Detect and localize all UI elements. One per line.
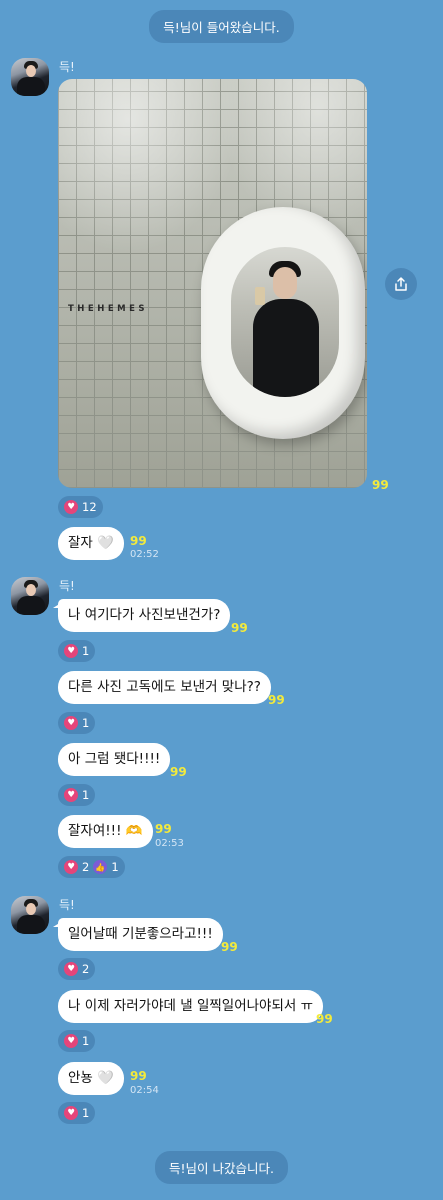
heart-icon: ♥ <box>64 962 78 976</box>
heart-icon: ♥ <box>64 500 78 514</box>
sender-name: 득! <box>59 60 75 74</box>
message-bubble[interactable]: 잘자 🤍 <box>58 527 124 560</box>
share-icon[interactable] <box>385 268 417 300</box>
sender-avatar[interactable] <box>11 577 49 615</box>
system-notice-left: 득!님이 나갔습니다. <box>0 1151 443 1184</box>
message-bubble[interactable]: 안뇽 🤍 <box>58 1062 124 1095</box>
reaction-badge[interactable]: ♥ 1 <box>58 712 96 734</box>
reaction-count: 1 <box>82 716 90 730</box>
message-bubble[interactable]: 일어날때 기분좋으라고!!! <box>53 918 223 951</box>
sender-avatar[interactable] <box>11 896 49 934</box>
unread-count: 99 <box>170 765 187 779</box>
reaction-badge[interactable]: ♥ 2 👍 1 <box>58 856 125 878</box>
unread-count: 99 <box>221 940 238 954</box>
thumbs-up-icon: 👍 <box>93 860 108 874</box>
photo-message[interactable]: THEHEMES <box>58 79 367 488</box>
message-time: 02:53 <box>155 838 184 849</box>
unread-count: 99 <box>130 534 147 548</box>
photo-wall-sign: THEHEMES <box>68 304 149 314</box>
reaction-badge[interactable]: ♥ 2 <box>58 958 96 980</box>
reaction-badge[interactable]: ♥ 1 <box>58 1102 96 1124</box>
reaction-count: 12 <box>82 500 97 514</box>
reaction-badge[interactable]: ♥ 1 <box>58 1030 96 1052</box>
message-bubble[interactable]: 나 여기다가 사진보낸건가? <box>52 599 231 632</box>
sender-name: 득! <box>59 579 75 593</box>
photo-mirror-reflection <box>231 247 339 397</box>
message-bubble[interactable]: 다른 사진 고독에도 보낸거 맞나?? <box>58 671 271 704</box>
heart-icon: ♥ <box>64 1106 78 1120</box>
sender-avatar[interactable] <box>11 58 49 96</box>
message-bubble[interactable]: 아 그럼 됏다!!!! <box>58 743 171 776</box>
heart-icon: ♥ <box>64 1034 78 1048</box>
reaction-badge[interactable]: ♥ 1 <box>58 784 96 806</box>
message-bubble[interactable]: 나 이제 자러가야데 낼 일찍일어나야되서 ㅠ <box>58 990 324 1023</box>
unread-count: 99 <box>372 478 389 492</box>
system-notice-text: 득!님이 들어왔습니다. <box>149 10 294 43</box>
heart-icon: ♥ <box>64 644 78 658</box>
sender-name: 득! <box>59 898 75 912</box>
system-notice-text: 득!님이 나갔습니다. <box>155 1151 288 1184</box>
unread-count: 99 <box>268 693 285 707</box>
reaction-count: 1 <box>111 860 119 874</box>
heart-icon: ♥ <box>64 788 78 802</box>
reaction-count: 2 <box>82 962 90 976</box>
message-time: 02:54 <box>130 1085 159 1096</box>
unread-count: 99 <box>130 1069 147 1083</box>
reaction-count: 1 <box>82 1106 90 1120</box>
reaction-count: 2 <box>82 860 90 874</box>
unread-count: 99 <box>155 822 172 836</box>
reaction-count: 1 <box>82 644 90 658</box>
reaction-count: 1 <box>82 788 90 802</box>
heart-icon: ♥ <box>64 716 78 730</box>
system-notice-joined: 득!님이 들어왔습니다. <box>0 10 443 43</box>
reaction-badge[interactable]: ♥ 1 <box>58 640 96 662</box>
message-bubble[interactable]: 잘자여!!! 🫶 <box>58 815 153 848</box>
unread-count: 99 <box>316 1012 333 1026</box>
reaction-badge[interactable]: ♥ 12 <box>58 496 103 518</box>
message-time: 02:52 <box>130 549 159 560</box>
reaction-count: 1 <box>82 1034 90 1048</box>
heart-icon: ♥ <box>64 860 78 874</box>
unread-count: 99 <box>231 621 248 635</box>
